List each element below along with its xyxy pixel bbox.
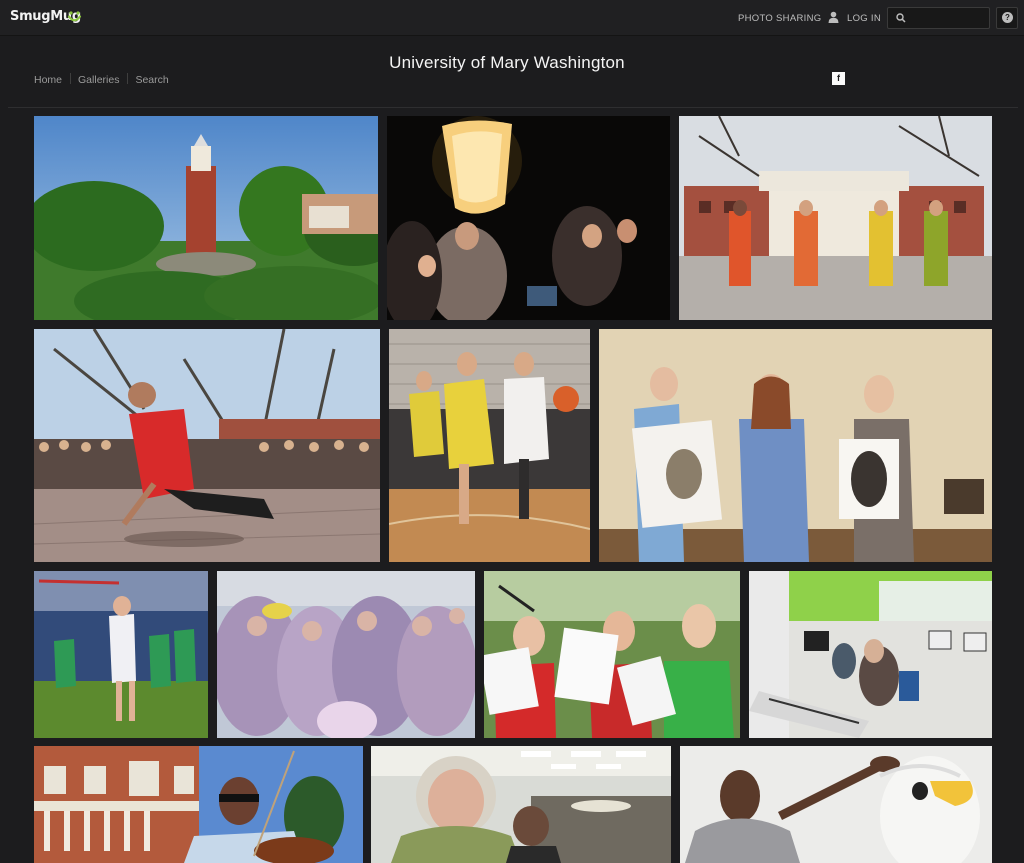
- photo-violinist-outdoors[interactable]: [34, 746, 363, 863]
- photo-clock-tower-campus[interactable]: [34, 116, 378, 320]
- search-input[interactable]: [910, 10, 986, 26]
- photo-sharing-link[interactable]: PHOTO SHARING: [738, 13, 821, 24]
- photo-eagle-mascot[interactable]: [680, 746, 992, 863]
- nav-galleries[interactable]: Galleries: [78, 74, 119, 86]
- search-icon: [896, 13, 906, 23]
- facebook-icon[interactable]: f: [832, 72, 845, 85]
- photo-color-festival-crowd[interactable]: [217, 571, 475, 738]
- user-icon: [828, 11, 839, 23]
- photo-library-study[interactable]: [371, 746, 671, 863]
- nav-home[interactable]: Home: [34, 74, 62, 86]
- nav-separator: [127, 73, 129, 84]
- site-nav: Home Galleries Search: [34, 73, 169, 86]
- help-button[interactable]: ?: [996, 7, 1018, 29]
- nav-search[interactable]: Search: [135, 74, 168, 86]
- site-title: University of Mary Washington: [389, 53, 625, 72]
- photo-dancers-front-of-building[interactable]: [679, 116, 992, 320]
- photo-breakdancer-crowd[interactable]: [34, 329, 380, 562]
- smugmug-smile-icon: [67, 11, 82, 22]
- login-link[interactable]: LOG IN: [847, 13, 881, 24]
- photo-paper-lantern-night[interactable]: [387, 116, 670, 320]
- search-box[interactable]: [887, 7, 990, 29]
- photo-computer-music-lab[interactable]: [749, 571, 992, 738]
- photo-singers-with-sheet-music[interactable]: [484, 571, 740, 738]
- top-bar: SmugMug PHOTO SHARING LOG IN ?: [0, 0, 1024, 36]
- scrollbar[interactable]: [1020, 36, 1024, 863]
- photo-lacrosse-players[interactable]: [34, 571, 208, 738]
- photo-art-presentation[interactable]: [599, 329, 992, 562]
- header-divider: [8, 107, 1018, 108]
- photo-basketball-game[interactable]: [389, 329, 590, 562]
- help-icon: ?: [1002, 12, 1013, 23]
- nav-separator: [70, 73, 72, 84]
